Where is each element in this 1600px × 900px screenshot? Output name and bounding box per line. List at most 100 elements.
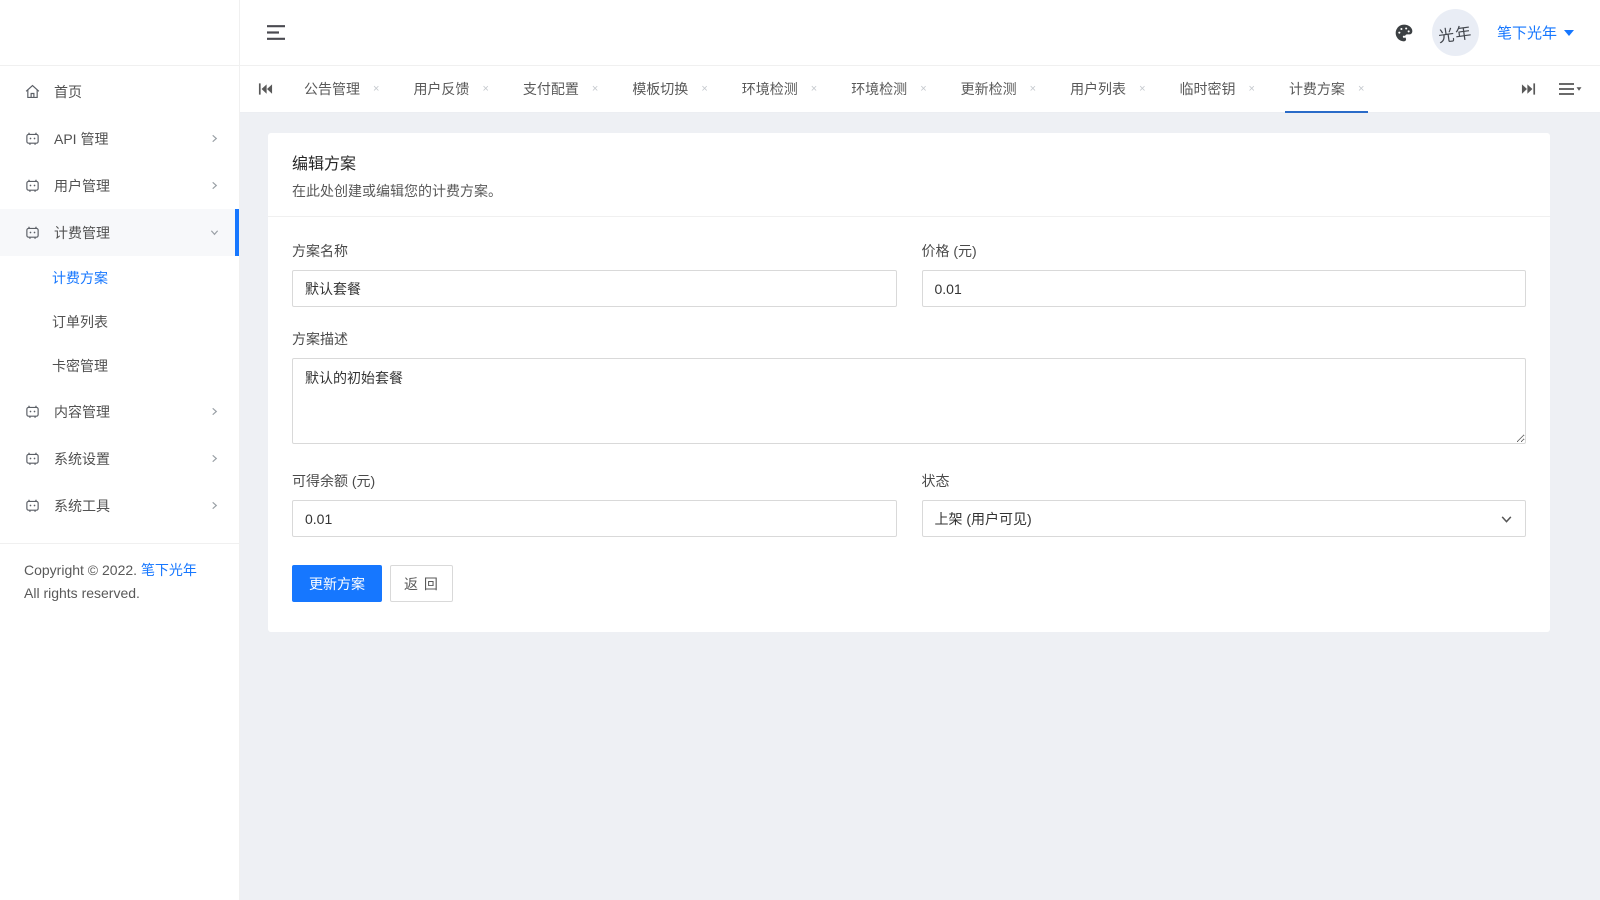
tab-env-check-2[interactable]: 环境检测 × — [845, 66, 932, 112]
main-area: 光年 笔下光年 公告管理 × 用户反馈 × — [240, 0, 1600, 900]
tab-close-icon[interactable]: × — [592, 84, 598, 95]
sidebar-item-home[interactable]: 首页 — [0, 68, 239, 115]
sidebar-subitem-label: 计费方案 — [52, 268, 108, 288]
tab-label: 用户反馈 — [413, 79, 469, 99]
field-status: 状态 上架 (用户可见) — [922, 471, 1527, 537]
robot-icon — [24, 450, 41, 467]
update-plan-button[interactable]: 更新方案 — [292, 565, 382, 602]
tab-close-icon[interactable]: × — [1249, 84, 1255, 95]
sidebar-item-label: 用户管理 — [54, 176, 110, 196]
page-title: 编辑方案 — [292, 150, 1526, 174]
sidebar-item-users[interactable]: 用户管理 — [0, 162, 239, 209]
sidebar-subitem-card-keys[interactable]: 卡密管理 — [0, 344, 239, 388]
tab-announcements[interactable]: 公告管理 × — [298, 66, 385, 112]
tab-label: 环境检测 — [742, 79, 798, 99]
tab-label: 环境检测 — [851, 79, 907, 99]
sidebar-item-content[interactable]: 内容管理 — [0, 388, 239, 435]
copyright-suffix: All rights reserved. — [24, 585, 140, 601]
sidebar-item-label: 首页 — [54, 82, 82, 102]
robot-icon — [24, 403, 41, 420]
description-label: 方案描述 — [292, 329, 1526, 349]
tab-label: 用户列表 — [1070, 79, 1126, 99]
tabbar-right — [1511, 82, 1582, 96]
theme-palette-icon[interactable] — [1394, 23, 1414, 43]
copyright-prefix: Copyright © 2022. — [24, 562, 141, 578]
balance-input[interactable] — [292, 500, 897, 537]
back-button[interactable]: 返 回 — [390, 565, 453, 602]
card-body: 方案名称 价格 (元) 方案描述 默认的初始套餐 — [268, 217, 1550, 632]
chevron-down-icon — [210, 228, 219, 237]
tab-temp-keys[interactable]: 临时密钥 × — [1174, 66, 1261, 112]
tab-label: 临时密钥 — [1180, 79, 1236, 99]
tab-template-switch[interactable]: 模板切换 × — [626, 66, 713, 112]
sidebar-subitem-label: 订单列表 — [52, 312, 108, 332]
robot-icon — [24, 497, 41, 514]
page-subtitle: 在此处创建或编辑您的计费方案。 — [292, 181, 1526, 201]
caret-down-icon — [1564, 30, 1574, 36]
description-textarea[interactable]: 默认的初始套餐 — [292, 358, 1526, 444]
tab-close-icon[interactable]: × — [373, 84, 379, 95]
tabs-scroll-end-icon[interactable] — [1521, 82, 1536, 96]
tab-label: 模板切换 — [632, 79, 688, 99]
sidebar-item-billing[interactable]: 计费管理 — [0, 209, 239, 256]
copyright: Copyright © 2022. 笔下光年 All rights reserv… — [0, 543, 239, 620]
robot-icon — [24, 177, 41, 194]
robot-icon — [24, 130, 41, 147]
sidebar-menu: 首页 API 管理 用户管理 — [0, 66, 239, 529]
sidebar-subitem-billing-plan[interactable]: 计费方案 — [0, 256, 239, 300]
tab-close-icon[interactable]: × — [1030, 84, 1036, 95]
tab-label: 支付配置 — [523, 79, 579, 99]
sidebar-item-label: 系统工具 — [54, 496, 110, 516]
avatar-text: 光年 — [1437, 18, 1474, 47]
sidebar-item-api[interactable]: API 管理 — [0, 115, 239, 162]
tabs-scroll-start-icon[interactable] — [258, 82, 273, 96]
sidebar-subitem-order-list[interactable]: 订单列表 — [0, 300, 239, 344]
tabbar: 公告管理 × 用户反馈 × 支付配置 × 模板切换 × 环境检测 × — [240, 66, 1600, 113]
chevron-right-icon — [210, 501, 219, 510]
price-label: 价格 (元) — [922, 241, 1527, 261]
user-menu-trigger[interactable]: 笔下光年 — [1497, 22, 1574, 43]
sidebar-item-settings[interactable]: 系统设置 — [0, 435, 239, 482]
tab-env-check-1[interactable]: 环境检测 × — [736, 66, 823, 112]
field-description: 方案描述 默认的初始套餐 — [292, 329, 1526, 449]
tabs-list: 公告管理 × 用户反馈 × 支付配置 × 模板切换 × 环境检测 × — [287, 66, 1511, 112]
sidebar-item-label: 计费管理 — [54, 223, 110, 243]
tabs-menu-icon[interactable] — [1558, 82, 1582, 96]
field-balance: 可得余额 (元) — [292, 471, 897, 537]
user-avatar[interactable]: 光年 — [1432, 9, 1479, 56]
edit-plan-card: 编辑方案 在此处创建或编辑您的计费方案。 方案名称 价格 (元) — [268, 133, 1550, 632]
sidebar-item-label: 系统设置 — [54, 449, 110, 469]
tab-user-feedback[interactable]: 用户反馈 × — [407, 66, 494, 112]
status-select[interactable]: 上架 (用户可见) — [922, 500, 1527, 537]
sidebar-item-label: API 管理 — [54, 129, 108, 149]
sidebar-logo-area — [0, 0, 239, 66]
tab-close-icon[interactable]: × — [482, 84, 488, 95]
tab-close-icon[interactable]: × — [1139, 84, 1145, 95]
sidebar-item-tools[interactable]: 系统工具 — [0, 482, 239, 529]
topbar: 光年 笔下光年 — [240, 0, 1600, 66]
field-plan-name: 方案名称 — [292, 241, 897, 307]
balance-label: 可得余额 (元) — [292, 471, 897, 491]
tab-label: 计费方案 — [1289, 79, 1345, 99]
app-window: 首页 API 管理 用户管理 — [0, 0, 1600, 900]
tab-payment-config[interactable]: 支付配置 × — [517, 66, 604, 112]
plan-name-label: 方案名称 — [292, 241, 897, 261]
tab-close-icon[interactable]: × — [920, 84, 926, 95]
tab-close-icon[interactable]: × — [701, 84, 707, 95]
sidebar-subitem-label: 卡密管理 — [52, 356, 108, 376]
status-label: 状态 — [922, 471, 1527, 491]
tab-update-check[interactable]: 更新检测 × — [955, 66, 1042, 112]
robot-icon — [24, 224, 41, 241]
home-icon — [24, 83, 41, 100]
topbar-right: 光年 笔下光年 — [1394, 9, 1574, 56]
chevron-right-icon — [210, 407, 219, 416]
price-input[interactable] — [922, 270, 1527, 307]
plan-name-input[interactable] — [292, 270, 897, 307]
copyright-link[interactable]: 笔下光年 — [141, 562, 197, 578]
tab-user-list[interactable]: 用户列表 × — [1064, 66, 1151, 112]
tab-billing-plan[interactable]: 计费方案 × — [1283, 66, 1370, 112]
menu-fold-icon[interactable] — [266, 24, 287, 41]
tab-close-icon[interactable]: × — [811, 84, 817, 95]
chevron-right-icon — [210, 454, 219, 463]
tab-close-icon[interactable]: × — [1358, 84, 1364, 95]
